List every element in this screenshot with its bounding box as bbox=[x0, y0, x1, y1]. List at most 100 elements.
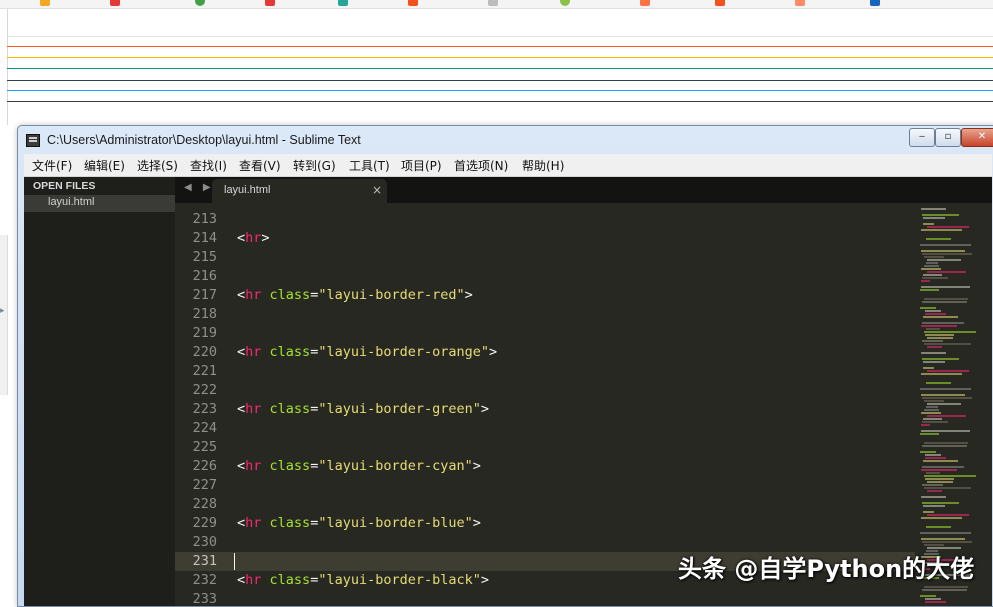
minimap-row bbox=[921, 268, 941, 270]
code-token-tag: hr bbox=[245, 458, 262, 474]
minimap-row bbox=[920, 388, 971, 390]
minimap-row bbox=[927, 403, 961, 405]
code-line[interactable]: 224 bbox=[175, 419, 915, 438]
minimize-button[interactable]: ‒ bbox=[909, 128, 935, 147]
code-token-open: < bbox=[237, 515, 246, 531]
sidebar: OPEN FILES layui.html bbox=[24, 177, 175, 606]
code-token-str: "layui-border-red" bbox=[318, 287, 465, 303]
menu-selection[interactable]: 选择(S) bbox=[137, 157, 178, 174]
code-line[interactable]: 229 <hr class="layui-border-blue"> bbox=[175, 514, 915, 533]
code-line[interactable]: 223 <hr class="layui-border-green"> bbox=[175, 400, 915, 419]
minimap-row bbox=[921, 325, 957, 327]
code-token-str: "layui-border-black" bbox=[318, 572, 481, 588]
line-number: 216 bbox=[192, 268, 217, 284]
code-line[interactable]: 228 bbox=[175, 495, 915, 514]
hr-preview-line bbox=[7, 80, 993, 81]
bookmark-icon[interactable] bbox=[560, 0, 570, 6]
minimap-row bbox=[924, 298, 968, 300]
minimap-row bbox=[927, 259, 961, 261]
code-line[interactable]: 213 bbox=[175, 210, 915, 229]
code-line[interactable]: 216 bbox=[175, 267, 915, 286]
menu-file[interactable]: 文件(F) bbox=[32, 157, 72, 174]
code-token-tag: hr bbox=[245, 401, 262, 417]
bookmark-icon[interactable] bbox=[40, 0, 50, 6]
code-line[interactable]: 218 bbox=[175, 305, 915, 324]
menu-tools[interactable]: 工具(T) bbox=[349, 157, 390, 174]
code-line[interactable]: 233 bbox=[175, 590, 915, 606]
open-files-header: OPEN FILES bbox=[33, 180, 96, 192]
code-token-close: > bbox=[489, 344, 498, 360]
tab-layui-html[interactable]: layui.html × bbox=[212, 179, 387, 203]
code-line[interactable]: 221 bbox=[175, 362, 915, 381]
bookmark-icon[interactable] bbox=[795, 0, 805, 6]
bookmark-icon[interactable] bbox=[408, 0, 418, 6]
code-token-str: "layui-border-orange" bbox=[318, 344, 490, 360]
minimap[interactable] bbox=[918, 203, 992, 606]
menu-edit[interactable]: 编辑(E) bbox=[84, 157, 125, 174]
code-line[interactable]: 220 <hr class="layui-border-orange"> bbox=[175, 343, 915, 362]
menu-find[interactable]: 查找(I) bbox=[190, 157, 227, 174]
minimap-row bbox=[922, 277, 948, 279]
code-line[interactable]: 227 bbox=[175, 476, 915, 495]
code-token-str: "layui-border-green" bbox=[318, 401, 481, 417]
minimap-row bbox=[923, 217, 945, 219]
code-line[interactable]: 225 bbox=[175, 438, 915, 457]
menu-help[interactable]: 帮助(H) bbox=[522, 157, 564, 174]
bookmark-icon[interactable] bbox=[195, 0, 205, 6]
hr-preview-line bbox=[7, 36, 993, 37]
title-bar[interactable]: C:\Users\Administrator\Desktop\layui.htm… bbox=[18, 126, 993, 154]
minimap-row bbox=[927, 370, 969, 372]
code-text: <hr class="layui-border-cyan"> bbox=[237, 457, 481, 476]
expand-arrow-icon[interactable]: ▸ bbox=[0, 306, 5, 316]
code-editor[interactable]: 213 214 <hr> 215 216 217 <hr class="layui-bord… bbox=[175, 203, 992, 606]
code-text: <hr class="layui-border-green"> bbox=[237, 400, 489, 419]
code-token-close: > bbox=[464, 287, 473, 303]
minimap-row bbox=[926, 328, 940, 330]
code-line[interactable]: 226 <hr class="layui-border-cyan"> bbox=[175, 457, 915, 476]
code-token-attr: class bbox=[261, 572, 311, 588]
menu-view[interactable]: 查看(V) bbox=[239, 157, 281, 174]
minimap-row bbox=[925, 310, 941, 312]
minimap-row bbox=[923, 361, 945, 363]
minimap-row bbox=[922, 541, 972, 543]
bookmark-icon[interactable] bbox=[338, 0, 348, 6]
tab-nav-arrows-icon[interactable]: ◀ ▶ bbox=[184, 182, 215, 193]
minimap-row bbox=[926, 262, 938, 264]
menu-preferences[interactable]: 首选项(N) bbox=[454, 157, 508, 174]
bookmark-icon[interactable] bbox=[265, 0, 275, 6]
minimap-row bbox=[922, 466, 964, 468]
code-line[interactable]: 214 <hr> bbox=[175, 229, 915, 248]
minimap-row bbox=[927, 490, 942, 492]
line-number: 225 bbox=[192, 439, 217, 455]
code-line[interactable]: 217 <hr class="layui-border-red"> bbox=[175, 286, 915, 305]
minimap-row bbox=[926, 472, 940, 474]
hr-preview-line bbox=[7, 68, 993, 69]
bookmark-icon[interactable] bbox=[640, 0, 650, 6]
minimap-row bbox=[924, 475, 976, 477]
minimap-row bbox=[922, 322, 964, 324]
bookmark-icon[interactable] bbox=[870, 0, 880, 6]
minimap-row bbox=[922, 421, 948, 423]
minimap-row bbox=[920, 532, 971, 534]
code-token-attr: class bbox=[261, 458, 311, 474]
code-line[interactable]: 215 bbox=[175, 248, 915, 267]
minimap-row bbox=[924, 409, 939, 411]
minimap-row bbox=[921, 250, 965, 252]
tab-close-icon[interactable]: × bbox=[372, 183, 382, 197]
text-caret bbox=[234, 553, 235, 570]
menu-project[interactable]: 项目(P) bbox=[401, 157, 442, 174]
maximize-button[interactable]: ▫ bbox=[935, 128, 961, 147]
code-token-tag: hr bbox=[245, 344, 262, 360]
tab-label: layui.html bbox=[224, 184, 271, 196]
sidebar-file-item[interactable]: layui.html bbox=[24, 195, 175, 212]
bookmark-icon[interactable] bbox=[488, 0, 498, 6]
close-button[interactable]: ✕ bbox=[961, 128, 993, 147]
code-line[interactable]: 219 bbox=[175, 324, 915, 343]
minimap-row bbox=[927, 271, 966, 273]
bookmark-icon[interactable] bbox=[715, 0, 725, 6]
line-number: 223 bbox=[192, 401, 217, 417]
code-line[interactable]: 222 bbox=[175, 381, 915, 400]
menu-goto[interactable]: 转到(G) bbox=[293, 157, 336, 174]
bookmark-icon[interactable] bbox=[110, 0, 120, 6]
code-text: <hr class="layui-border-blue"> bbox=[237, 514, 481, 533]
